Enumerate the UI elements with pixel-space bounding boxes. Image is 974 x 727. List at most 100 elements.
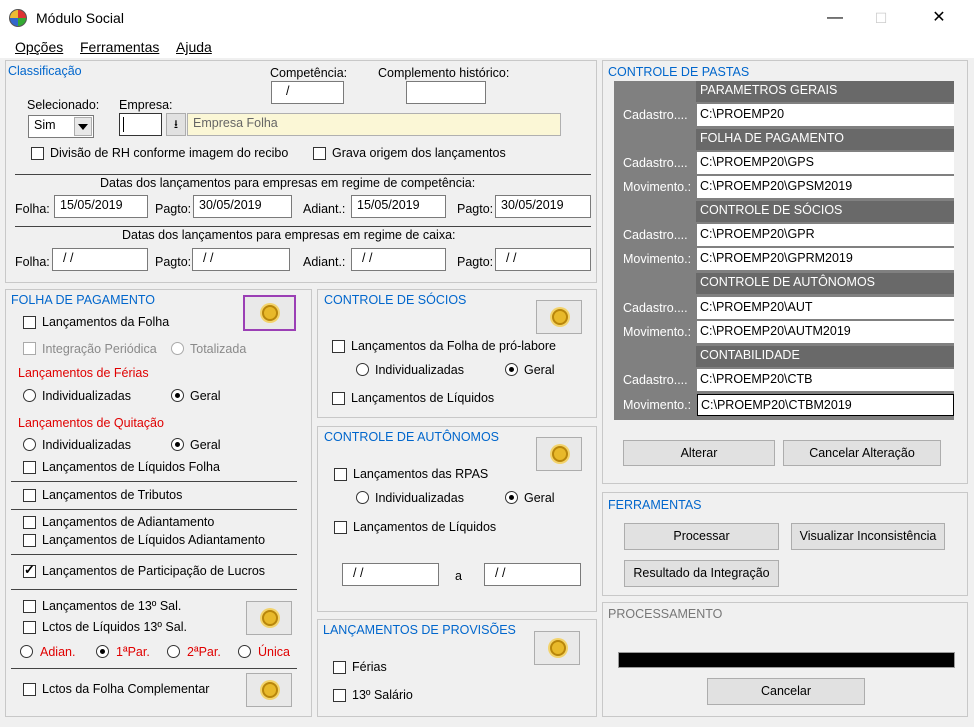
- lanc-quitacao-heading: Lançamentos de Quitação: [18, 416, 164, 430]
- comp-pagto2-input[interactable]: 30/05/2019: [495, 195, 591, 218]
- empresa-code-input[interactable]: [119, 113, 162, 136]
- title-bar: Módulo Social — ☐ ✕: [0, 0, 974, 36]
- liquidos-folha-label: Lançamentos de Líquidos Folha: [42, 460, 220, 474]
- socios-liquidos-checkbox[interactable]: [332, 392, 345, 405]
- fp-cadastro-path[interactable]: C:\PROEMP20\GPS: [697, 152, 954, 174]
- autonomos-config-button[interactable]: [536, 437, 582, 471]
- contabilidade-header: CONTABILIDADE: [696, 346, 954, 367]
- participacao-lucros-checkbox[interactable]: [23, 562, 36, 578]
- divisao-rh-checkbox[interactable]: [31, 147, 44, 160]
- ct-movimento-path[interactable]: C:\PROEMP20\CTBM2019: [697, 394, 954, 416]
- ferias-checkbox[interactable]: [333, 661, 346, 674]
- divisao-rh-label: Divisão de RH conforme imagem do recibo: [50, 146, 289, 160]
- adian-radio[interactable]: [20, 645, 33, 658]
- decimo-terceiro-label: Lançamentos de 13º Sal.: [42, 599, 182, 613]
- gear-icon: [262, 610, 278, 626]
- liquidos-adiantamento-checkbox[interactable]: [23, 534, 36, 547]
- autonomos-geral-radio[interactable]: [505, 491, 518, 504]
- selecionado-value: Sim: [34, 118, 56, 132]
- primeira-par-radio[interactable]: [96, 645, 109, 658]
- participacao-lucros-label: Lançamentos de Participação de Lucros: [42, 564, 266, 578]
- comp-adiant-input[interactable]: 15/05/2019: [351, 195, 446, 218]
- provisoes-title: LANÇAMENTOS DE PROVISÕES: [323, 623, 516, 637]
- ct-cadastro-path[interactable]: C:\PROEMP20\CTB: [697, 369, 954, 391]
- cs-cadastro-path[interactable]: C:\PROEMP20\GPR: [697, 224, 954, 246]
- decimo-terceiro-checkbox[interactable]: [23, 600, 36, 613]
- cs-movimento-path[interactable]: C:\PROEMP20\GPRM2019: [697, 248, 954, 270]
- competencia-input[interactable]: /: [271, 81, 344, 104]
- pg-cadastro-label: Cadastro....: [623, 108, 688, 122]
- ca-movimento-path[interactable]: C:\PROEMP20\AUTM2019: [697, 321, 954, 343]
- caixa-folha-input[interactable]: / /: [52, 248, 148, 271]
- caixa-pagto-input[interactable]: / /: [192, 248, 290, 271]
- socios-geral-radio[interactable]: [505, 363, 518, 376]
- complementar-config-button[interactable]: [246, 673, 292, 707]
- pg-cadastro-path[interactable]: C:\PROEMP20: [697, 104, 954, 126]
- classificacao-title: Classificação: [8, 64, 82, 78]
- ferias-individualizadas-radio[interactable]: [23, 389, 36, 402]
- grava-origem-checkbox[interactable]: [313, 147, 326, 160]
- socios-config-button[interactable]: [536, 300, 582, 334]
- empresa-lookup-button[interactable]: ⭳: [166, 113, 186, 136]
- complemento-label: Complemento histórico:: [378, 66, 510, 80]
- processar-button[interactable]: Processar: [624, 523, 779, 550]
- caixa-pagto2-input[interactable]: / /: [495, 248, 591, 271]
- empresa-label: Empresa:: [119, 98, 173, 112]
- minimize-button[interactable]: —: [812, 0, 858, 36]
- menu-opcoes[interactable]: Opções: [15, 39, 63, 55]
- ca-cadastro-path[interactable]: C:\PROEMP20\AUT: [697, 297, 954, 319]
- autonomos-individualizadas-label: Individualizadas: [375, 491, 464, 505]
- autonomos-geral-label: Geral: [524, 491, 555, 505]
- comp-folha-input[interactable]: 15/05/2019: [54, 195, 148, 218]
- divider: [11, 509, 297, 510]
- liquidos-13-checkbox[interactable]: [23, 621, 36, 634]
- autonomos-liquidos-checkbox[interactable]: [334, 521, 347, 534]
- progress-bar: [618, 652, 955, 668]
- autonomos-date-from[interactable]: / /: [342, 563, 439, 586]
- provisoes-config-button[interactable]: [534, 631, 580, 665]
- dropdown-button[interactable]: [74, 117, 92, 136]
- folha-config-button[interactable]: [243, 295, 296, 331]
- liquidos-adiantamento-label: Lançamentos de Líquidos Adiantamento: [42, 533, 266, 547]
- rpas-checkbox[interactable]: [334, 468, 347, 481]
- selecionado-select[interactable]: Sim: [28, 115, 94, 138]
- ferias-geral-radio[interactable]: [171, 389, 184, 402]
- close-button[interactable]: ✕: [916, 0, 962, 36]
- socios-individualizadas-radio[interactable]: [356, 363, 369, 376]
- competencia-label: Competência:: [270, 66, 348, 80]
- fp-movimento-path[interactable]: C:\PROEMP20\GPSM2019: [697, 176, 954, 198]
- liquidos-folha-checkbox[interactable]: [23, 461, 36, 474]
- quitacao-individualizadas-radio[interactable]: [23, 438, 36, 451]
- totalizada-radio[interactable]: [171, 342, 184, 355]
- decimo-salario-checkbox[interactable]: [333, 689, 346, 702]
- autonomos-date-to[interactable]: / /: [484, 563, 581, 586]
- decimo-config-button[interactable]: [246, 601, 292, 635]
- resultado-integracao-button[interactable]: Resultado da Integração: [624, 560, 779, 587]
- socios-liquidos-label: Lançamentos de Líquidos: [351, 391, 495, 405]
- fp-movimento-label: Movimento.:: [623, 180, 692, 194]
- segunda-par-radio[interactable]: [167, 645, 180, 658]
- tributos-checkbox[interactable]: [23, 489, 36, 502]
- socios-title: CONTROLE DE SÓCIOS: [324, 293, 467, 307]
- unica-radio[interactable]: [238, 645, 251, 658]
- cancelar-alteracao-button[interactable]: Cancelar Alteração: [783, 440, 941, 466]
- folha-title: FOLHA DE PAGAMENTO: [11, 293, 156, 307]
- comp-pagto-input[interactable]: 30/05/2019: [193, 195, 292, 218]
- autonomos-individualizadas-radio[interactable]: [356, 491, 369, 504]
- menu-ferramentas[interactable]: Ferramentas: [80, 39, 159, 55]
- maximize-button[interactable]: ☐: [858, 0, 904, 36]
- menu-ajuda[interactable]: Ajuda: [176, 39, 212, 55]
- a-label: a: [455, 569, 462, 583]
- folha-complementar-checkbox[interactable]: [23, 683, 36, 696]
- visualizar-inconsistencia-button[interactable]: Visualizar Inconsistência: [791, 523, 945, 550]
- pro-labore-checkbox[interactable]: [332, 340, 345, 353]
- lancamentos-folha-checkbox[interactable]: [23, 316, 36, 329]
- complemento-input[interactable]: [406, 81, 486, 104]
- alterar-button[interactable]: Alterar: [623, 440, 775, 466]
- integracao-periodica-checkbox[interactable]: [23, 342, 36, 355]
- caixa-adiant-input[interactable]: / /: [351, 248, 446, 271]
- adiantamento-checkbox[interactable]: [23, 516, 36, 529]
- chevron-down-icon: [78, 124, 88, 130]
- cancelar-button[interactable]: Cancelar: [707, 678, 865, 705]
- quitacao-geral-radio[interactable]: [171, 438, 184, 451]
